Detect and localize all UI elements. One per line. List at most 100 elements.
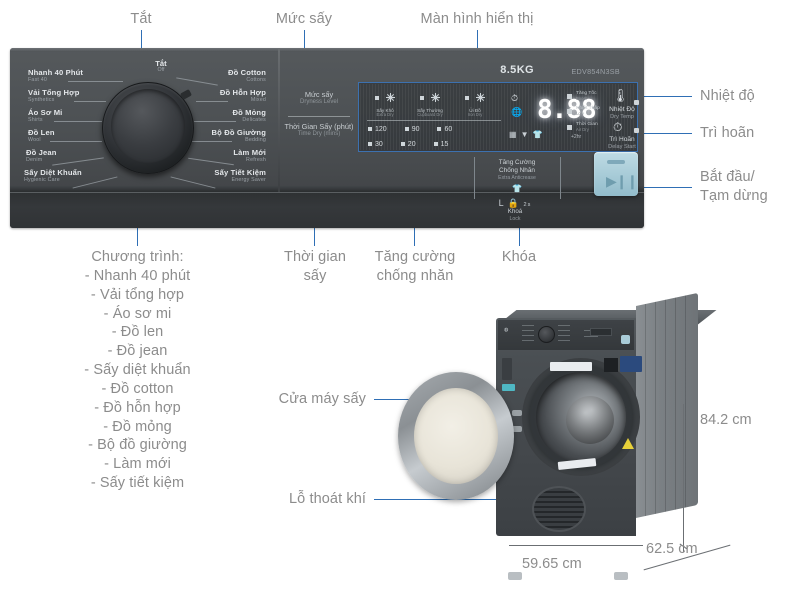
annotation-dryer-door: Cửa máy sấy <box>278 391 366 407</box>
delay-start-button[interactable]: Trì Hoãn Delay Start <box>594 136 644 151</box>
dryer-door[interactable] <box>398 372 514 500</box>
sun-medium-icon <box>430 93 440 103</box>
brand-logo: ◍ <box>504 327 509 333</box>
dryness-level-en: Dryness Level <box>299 99 338 106</box>
dial-off-label: Tắt Off <box>141 60 181 74</box>
drying-time-vn: Thời Gian Sấy <box>284 122 333 131</box>
leader-programs <box>137 228 138 246</box>
door-glass <box>414 388 498 484</box>
tick-shirts <box>54 121 102 122</box>
anticrease-shirt-icon: 👕 <box>512 183 522 193</box>
drying-time-unit: (phút) <box>334 122 354 131</box>
program-fast40-vn: Nhanh 40 Phút <box>28 68 84 77</box>
program-denim[interactable]: Đồ Jean Denim <box>26 148 57 163</box>
start-pause-button[interactable]: ▶❙❙ <box>594 152 638 196</box>
annotation-off: Tắt <box>130 11 152 27</box>
led-dry-temp <box>634 100 639 105</box>
program-cottons[interactable]: Đồ Cotton Cottons <box>228 68 266 83</box>
program-synthetics[interactable]: Vải Tổng Hợp Synthetics <box>28 88 80 103</box>
lock-icon: L 🔒 2s <box>498 197 532 208</box>
dryer-mini-display <box>590 328 612 336</box>
program-selector-knob[interactable] <box>102 82 194 174</box>
drying-time-label: Thời Gian Sấy (phút) Time Dry (mins) <box>284 122 354 138</box>
program-cottons-vn: Đồ Cotton <box>227 68 266 77</box>
product-diagram: Tắt Mức sấy Màn hình hiển thị Nhiệt độ T… <box>0 0 800 600</box>
annotation-display: Màn hình hiển thị <box>420 11 534 27</box>
program-delicates[interactable]: Đồ Mỏng Delicates <box>232 108 266 123</box>
program-denim-vn: Đồ Jean <box>26 148 57 157</box>
child-lock-indicator[interactable]: L 🔒 2s Khoá Lock <box>480 198 550 222</box>
play-pause-icon: ▶❙❙ <box>606 173 638 189</box>
delay-start-en: Delay Start <box>608 143 636 150</box>
leader-drying-time <box>314 228 315 246</box>
program-delicates-en: Delicates <box>242 117 266 123</box>
panel-top-edge <box>10 48 644 52</box>
dryness-level-label: Mức sấy Dryness Level <box>286 90 352 106</box>
tick-fast40 <box>68 81 123 82</box>
anticrease-button[interactable]: Tăng Cường Chống Nhăn Extra Anticrease 👕 <box>476 159 558 194</box>
dry-temp-button[interactable]: Nhiệt Độ Dry Temp <box>596 106 644 121</box>
annotation-temperature: Nhiệt độ <box>700 88 755 104</box>
tick-mixed <box>196 101 228 102</box>
program-wool-en: Wool <box>28 137 41 143</box>
tick-wool <box>50 141 102 142</box>
annotation-start-pause: Bắt đầu/ Tạm dừng <box>700 169 768 204</box>
led-extra-dry <box>375 95 380 100</box>
care-icons-row: ▦▼👕 <box>509 130 546 139</box>
time-option-30[interactable]: 30 <box>368 141 383 148</box>
time-option-row-1: 120 90 60 <box>368 126 452 133</box>
program-wool-vn: Đồ Len <box>28 128 55 137</box>
program-denim-en: Denim <box>26 157 43 163</box>
tick-refresh <box>188 157 234 166</box>
tick-bedding <box>192 141 232 142</box>
dimension-height: 84.2 cm <box>700 412 752 428</box>
program-energysaver[interactable]: Sấy Tiết Kiệm Energy Saver <box>214 168 266 183</box>
time-option-60[interactable]: 60 <box>437 126 452 133</box>
dryness-extra-dry-en: Extra Dry <box>376 112 394 118</box>
program-cottons-en: Cottons <box>246 77 266 83</box>
time-option-15[interactable]: 15 <box>433 141 448 148</box>
dim-height-line <box>683 404 684 552</box>
led-iron-dry <box>465 95 470 100</box>
knob-pointer <box>179 89 193 100</box>
time-option-90[interactable]: 90 <box>404 126 419 133</box>
tick-delicates <box>194 121 236 122</box>
program-bedding-vn: Bộ Đồ Giường <box>211 128 266 137</box>
dryer-side-panel <box>636 292 698 518</box>
program-shirts-en: Shirts <box>28 117 43 123</box>
dryer-start-button[interactable] <box>621 335 630 344</box>
display-zone: 8.5KG EDV854N3SB Mức sấy Dryness Level T… <box>282 54 639 199</box>
delay-start-vn: Trì Hoãn <box>609 136 635 143</box>
energy-label <box>620 356 642 372</box>
control-panel: Tắt Off Nhanh 40 Phút Fast 40 Vải Tổng H… <box>10 48 644 228</box>
program-dial-zone: Tắt Off Nhanh 40 Phút Fast 40 Vải Tổng H… <box>16 54 274 192</box>
dryness-option-cupboard-dry[interactable]: Sấy Thường Cupboard Dry <box>412 89 448 118</box>
time-option-20[interactable]: 20 <box>400 141 416 148</box>
annotation-delay: Trì hoãn <box>700 125 755 141</box>
program-synthetics-en: Synthetics <box>28 97 55 103</box>
time-option-120[interactable]: 120 <box>368 126 387 133</box>
clock-icon: ⏱ <box>613 120 623 134</box>
program-hygienic[interactable]: Sấy Diệt Khuẩn Hygienic Care <box>24 168 82 183</box>
tick-cottons <box>176 77 218 86</box>
qr-code <box>604 358 618 372</box>
tick-denim <box>52 157 104 166</box>
foot-right <box>614 572 628 580</box>
product-sticker-1 <box>550 362 592 371</box>
dryer-knob[interactable] <box>538 326 555 343</box>
program-mixed-vn: Đồ Hỗn Hợp <box>219 88 266 97</box>
status-boost-en: Boost <box>576 95 587 101</box>
annotation-dryness-level: Mức sấy <box>275 11 333 27</box>
program-refresh[interactable]: Làm Mới Refresh <box>233 148 266 163</box>
dryness-option-extra-dry[interactable]: Sấy Khô Extra Dry <box>367 89 403 118</box>
air-vent-grille <box>532 486 586 532</box>
side-badge <box>502 358 512 380</box>
sun-small-icon <box>475 93 485 103</box>
program-hygienic-en: Hygienic Care <box>24 177 60 183</box>
lock-en: Lock <box>509 215 521 222</box>
dryness-option-iron-dry[interactable]: Ủi Đồ Iron Dry <box>457 89 493 118</box>
annotation-lock: Khóa <box>501 249 537 265</box>
door-hinge-upper <box>512 410 522 416</box>
program-refresh-vn: Làm Mới <box>233 148 266 157</box>
basket-icon: ▦ <box>509 130 521 139</box>
